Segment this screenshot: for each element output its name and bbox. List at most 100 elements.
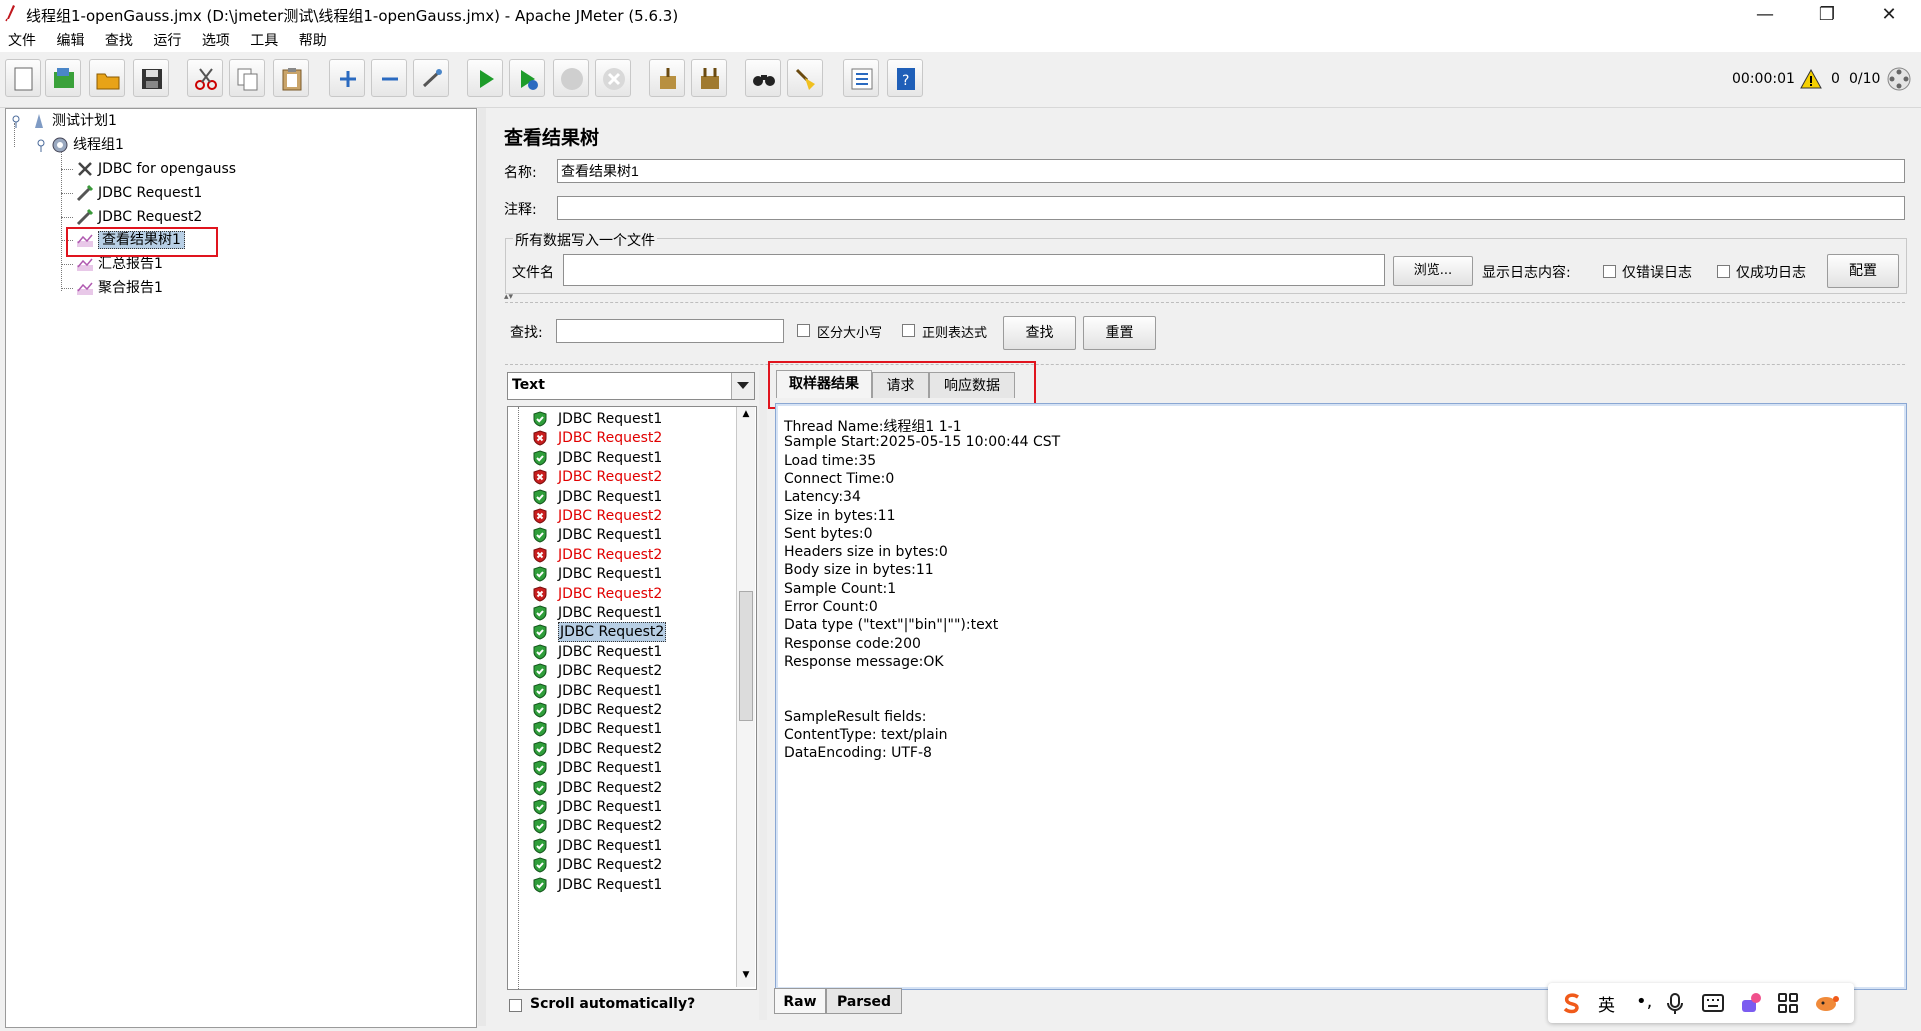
restore-button[interactable]: ❐ — [1804, 0, 1850, 30]
warning-icon[interactable] — [1800, 69, 1822, 89]
scissors-icon — [195, 68, 217, 90]
result-line: Headers size in bytes:0 — [784, 544, 948, 561]
punctuation-icon[interactable]: •, — [1636, 991, 1652, 1012]
jmeter-feather-icon — [5, 5, 15, 22]
collapse-all-button[interactable] — [371, 59, 407, 97]
microphone-icon[interactable] — [1666, 993, 1684, 1015]
result-line: Load time:35 — [784, 452, 877, 469]
toggle-button[interactable] — [413, 59, 449, 97]
copy-button[interactable] — [229, 59, 265, 97]
configure-button[interactable]: 配置 — [1827, 254, 1899, 288]
toolbox-grid-icon[interactable] — [1778, 993, 1798, 1013]
svg-text:?: ? — [902, 73, 909, 89]
success-shield-icon — [533, 683, 547, 699]
close-button[interactable]: ✕ — [1866, 0, 1912, 30]
play-no-pause-icon — [521, 70, 538, 90]
result-line: Response code:200 — [784, 635, 921, 652]
name-input[interactable] — [557, 159, 1905, 183]
browse-button[interactable]: 浏览... — [1393, 256, 1473, 286]
shutdown-icon — [603, 68, 625, 90]
success-shield-icon — [533, 877, 547, 893]
tree-node-label: 线程组1 — [73, 137, 124, 153]
function-helper-button[interactable] — [843, 59, 879, 97]
result-line: Response message:OK — [784, 653, 944, 670]
sample-label: JDBC Request2 — [558, 622, 667, 643]
main-splitter[interactable] — [478, 108, 486, 1026]
error-shield-icon — [533, 430, 547, 446]
templates-button[interactable] — [45, 59, 81, 97]
success-shield-icon — [533, 857, 547, 873]
skin-icon[interactable] — [1740, 992, 1762, 1014]
scroll-automatically-checkbox[interactable] — [509, 999, 522, 1012]
renderer-select[interactable]: Text — [507, 372, 755, 400]
tree-node-aggregate-report[interactable]: 聚合报告1 — [76, 277, 163, 299]
menu-help[interactable]: 帮助 — [299, 30, 327, 52]
minimize-button[interactable]: — — [1742, 0, 1788, 30]
tree-node-thread-group[interactable]: 线程组1 — [51, 134, 124, 156]
active-threads: 0/10 — [1849, 71, 1881, 87]
collapse-handle-icon[interactable]: ▴▾ — [504, 292, 513, 302]
keyboard-icon[interactable] — [1702, 994, 1724, 1012]
list-scrollbar[interactable]: ▲ ▼ — [736, 407, 755, 987]
sampler-result-text[interactable]: Thread Name:线程组1 1-1 Sample Start:2025-05… — [775, 403, 1907, 990]
menu-edit[interactable]: 编辑 — [56, 30, 84, 52]
toggle-wand-icon — [422, 69, 442, 88]
reset-search-button[interactable] — [787, 59, 823, 97]
tree-node-test-plan[interactable]: 测试计划1 — [30, 110, 117, 132]
comment-label: 注释: — [504, 202, 537, 218]
search-label: 查找: — [510, 325, 543, 341]
comment-input[interactable] — [557, 196, 1905, 220]
new-button[interactable] — [5, 59, 41, 97]
scroll-down-icon[interactable]: ▼ — [738, 970, 754, 984]
reset-button[interactable]: 重置 — [1083, 316, 1156, 350]
plus-icon — [340, 71, 356, 87]
tree-node-jdbc-request2[interactable]: JDBC Request2 — [76, 206, 202, 228]
menu-run[interactable]: 运行 — [153, 30, 181, 52]
errors-only-checkbox[interactable] — [1603, 265, 1616, 278]
mascot-icon[interactable] — [1814, 993, 1840, 1013]
minus-icon — [382, 77, 398, 81]
success-shield-icon — [533, 663, 547, 679]
success-shield-icon — [533, 838, 547, 854]
running-indicator-icon — [1887, 67, 1911, 91]
tree-toggle-icon[interactable] — [34, 139, 48, 153]
menu-search[interactable]: 查找 — [105, 30, 133, 52]
help-button[interactable]: ? — [887, 59, 923, 97]
paste-button[interactable] — [273, 59, 309, 97]
sogou-logo-icon[interactable] — [1560, 991, 1584, 1015]
stop-button[interactable] — [553, 59, 589, 97]
scroll-thumb[interactable] — [739, 591, 753, 721]
regex-checkbox[interactable] — [902, 324, 915, 337]
clear-button[interactable] — [649, 59, 685, 97]
cut-button[interactable] — [187, 59, 223, 97]
ime-language[interactable]: 英 — [1598, 991, 1615, 1016]
tree-node-jdbc-request1[interactable]: JDBC Request1 — [76, 182, 202, 204]
menu-file[interactable]: 文件 — [8, 30, 36, 52]
tab-parsed[interactable]: Parsed — [826, 988, 902, 1014]
save-button[interactable] — [133, 59, 169, 97]
tree-node-label: JDBC Request1 — [98, 185, 203, 201]
find-button[interactable]: 查找 — [1003, 316, 1076, 350]
file-input[interactable] — [563, 254, 1385, 286]
clear-all-button[interactable] — [691, 59, 727, 97]
scroll-up-icon[interactable]: ▲ — [738, 409, 754, 423]
search-button[interactable] — [745, 59, 781, 97]
tree-node-label: 测试计划1 — [52, 113, 117, 129]
tree-node-jdbc-config[interactable]: JDBC for opengauss — [76, 158, 236, 180]
start-no-pauses-button[interactable] — [509, 59, 545, 97]
results-splitter[interactable] — [759, 370, 767, 1020]
listener-chart-icon — [77, 258, 93, 271]
start-button[interactable] — [467, 59, 503, 97]
success-only-checkbox[interactable] — [1717, 265, 1730, 278]
sampler-pen-icon — [76, 184, 94, 202]
tree-toggle-icon[interactable] — [9, 115, 23, 129]
expand-all-button[interactable] — [329, 59, 365, 97]
menu-tools[interactable]: 工具 — [250, 30, 278, 52]
renderer-value: Text — [512, 377, 545, 393]
menu-options[interactable]: 选项 — [202, 30, 230, 52]
search-input[interactable] — [556, 319, 784, 343]
case-sensitive-checkbox[interactable] — [797, 324, 810, 337]
shutdown-button[interactable] — [595, 59, 631, 97]
tab-raw[interactable]: Raw — [774, 988, 826, 1014]
open-button[interactable] — [89, 59, 125, 97]
